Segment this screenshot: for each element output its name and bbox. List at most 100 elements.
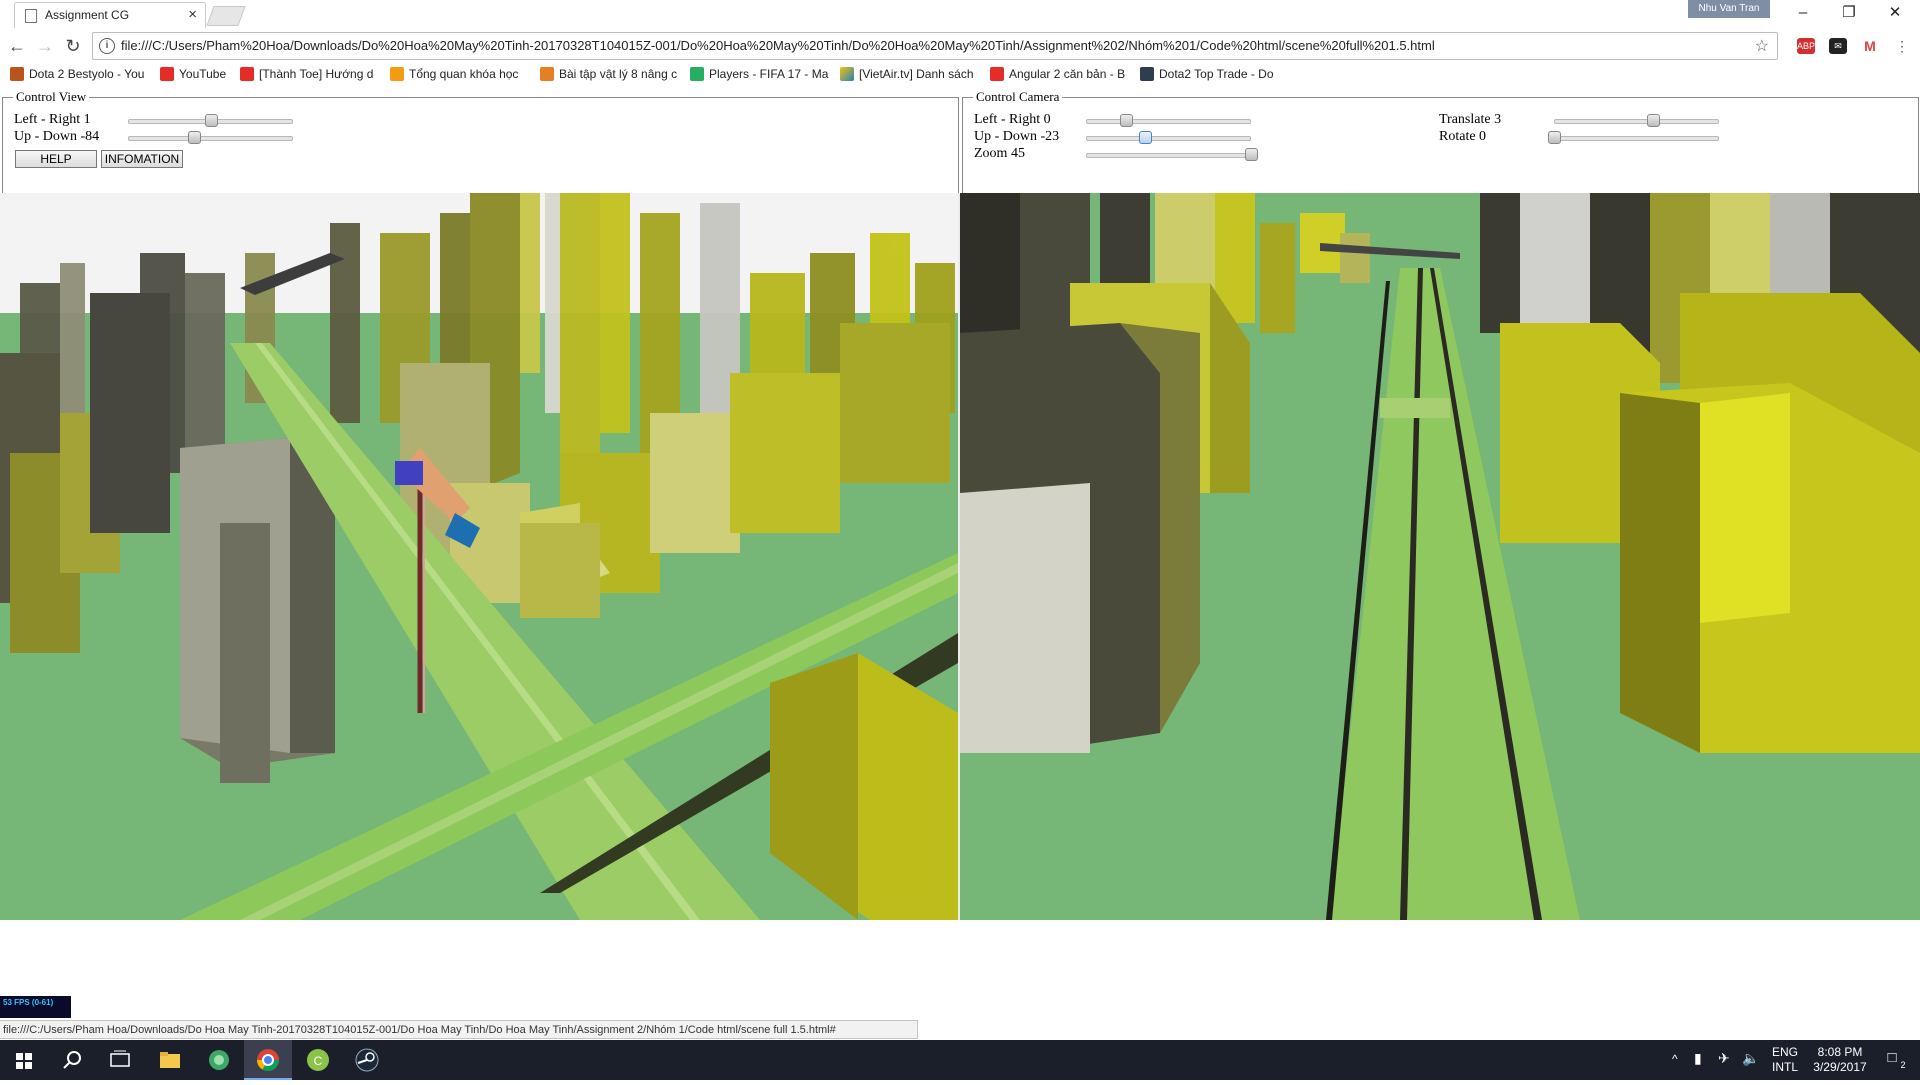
123-icon bbox=[540, 67, 554, 81]
clock-time: 8:08 PM bbox=[1817, 1045, 1863, 1059]
camera-zoom-label: Zoom 45 bbox=[974, 146, 1025, 161]
view-up-down-slider[interactable] bbox=[128, 130, 293, 146]
view-up-down-label: Up - Down -84 bbox=[14, 129, 100, 144]
fps-meter: 53 FPS (0-61) bbox=[0, 996, 71, 1018]
camera-zoom-slider[interactable] bbox=[1086, 147, 1258, 163]
help-button[interactable]: HELP bbox=[15, 150, 97, 168]
input-language-indicator[interactable]: ENG INTL bbox=[1770, 1045, 1800, 1075]
slider-track bbox=[1086, 119, 1251, 124]
camera-rotate-slider[interactable] bbox=[1548, 130, 1719, 146]
slider-thumb[interactable] bbox=[1245, 148, 1258, 161]
city-scene-render bbox=[0, 193, 958, 920]
bookmark-star-icon[interactable]: ☆ bbox=[1755, 36, 1769, 56]
svg-text:C: C bbox=[314, 1054, 323, 1068]
slider-track bbox=[1554, 119, 1719, 124]
camera-translate-slider[interactable] bbox=[1554, 113, 1719, 129]
file-explorer-icon[interactable] bbox=[146, 1040, 194, 1080]
camera-up-down-slider[interactable] bbox=[1086, 130, 1251, 146]
gmail-icon[interactable]: M bbox=[1861, 38, 1879, 54]
layout-text: INTL bbox=[1771, 1060, 1798, 1074]
bookmark-item[interactable]: Angular 2 căn bản - B bbox=[990, 67, 1125, 83]
slider-thumb[interactable] bbox=[1119, 114, 1133, 127]
view-left-right-label: Left - Right 1 bbox=[14, 112, 91, 127]
forward-arrow-icon[interactable]: → bbox=[33, 34, 57, 58]
slider-track bbox=[128, 136, 293, 141]
slider-thumb[interactable] bbox=[1548, 131, 1561, 144]
control-camera-panel: Control Camera Left - Right 0 Up - Down … bbox=[962, 89, 1919, 194]
camera-left-right-slider[interactable] bbox=[1086, 113, 1251, 129]
close-window-icon[interactable]: ✕ bbox=[1872, 0, 1918, 28]
bookmark-item[interactable]: Dota2 Top Trade - Do bbox=[1140, 67, 1274, 83]
bookmark-item[interactable]: YouTube bbox=[160, 67, 226, 83]
bookmark-item[interactable]: [Thành Toe] Hướng d bbox=[240, 67, 373, 83]
slider-track bbox=[1554, 136, 1719, 141]
app-lime-icon[interactable]: C bbox=[294, 1040, 342, 1080]
battery-icon[interactable]: ▮ bbox=[1694, 1050, 1702, 1067]
language-text: ENG bbox=[1771, 1045, 1798, 1059]
information-button[interactable]: INFOMATION bbox=[101, 150, 183, 168]
address-url[interactable]: file:///C:/Users/Pham%20Hoa/Downloads/Do… bbox=[121, 38, 1435, 53]
youtube-icon bbox=[240, 67, 254, 81]
camera-rotate-label: Rotate 0 bbox=[1439, 129, 1487, 144]
minimize-icon[interactable]: – bbox=[1780, 0, 1826, 28]
show-hidden-icons-chevron-icon[interactable]: ^ bbox=[1672, 1052, 1678, 1066]
browser-tab[interactable]: Assignment CG × bbox=[14, 2, 206, 29]
notification-count-badge: 2 bbox=[1900, 1060, 1906, 1070]
search-icon[interactable] bbox=[48, 1040, 96, 1080]
fifa-icon bbox=[690, 67, 704, 81]
status-bar-url: file:///C:/Users/Pham Hoa/Downloads/Do H… bbox=[0, 1020, 918, 1039]
chrome-icon[interactable] bbox=[244, 1040, 292, 1080]
youtube-icon bbox=[990, 67, 1004, 81]
scene-view-right[interactable] bbox=[960, 193, 1920, 920]
restore-icon[interactable]: ❐ bbox=[1826, 0, 1872, 28]
bookmark-item[interactable]: Bài tập vật lý 8 nâng c bbox=[540, 67, 677, 83]
slider-thumb[interactable] bbox=[1139, 131, 1153, 144]
address-bar[interactable]: i file:///C:/Users/Pham%20Hoa/Downloads/… bbox=[92, 32, 1778, 60]
user-profile-badge[interactable]: Nhu Van Tran bbox=[1688, 0, 1770, 18]
control-view-legend: Control View bbox=[13, 89, 90, 105]
dota-icon bbox=[1140, 67, 1154, 81]
view-left-right-slider[interactable] bbox=[128, 113, 293, 129]
new-tab-button[interactable] bbox=[206, 6, 246, 26]
close-tab-icon[interactable]: × bbox=[188, 6, 197, 23]
bookmark-item[interactable]: Dota 2 Bestyolo - You bbox=[10, 67, 144, 83]
page-icon bbox=[25, 9, 37, 23]
info-icon[interactable]: i bbox=[99, 38, 115, 54]
clock[interactable]: 8:08 PM 3/29/2017 bbox=[1805, 1045, 1875, 1075]
back-arrow-icon[interactable]: ← bbox=[5, 34, 29, 58]
bookmarks-bar: Dota 2 Bestyolo - You YouTube [Thành Toe… bbox=[0, 64, 1920, 86]
camera-left-right-label: Left - Right 0 bbox=[974, 112, 1051, 127]
slider-track bbox=[1086, 136, 1251, 141]
slider-thumb[interactable] bbox=[204, 114, 218, 127]
control-camera-legend: Control Camera bbox=[973, 89, 1063, 105]
steam-icon[interactable] bbox=[343, 1040, 391, 1080]
adblock-icon[interactable]: ABP bbox=[1797, 38, 1815, 54]
start-windows-icon[interactable] bbox=[0, 1040, 48, 1080]
scene-view-left[interactable] bbox=[0, 193, 958, 920]
slider-track bbox=[1086, 153, 1251, 158]
clock-date: 3/29/2017 bbox=[1813, 1060, 1867, 1074]
dota-icon bbox=[10, 67, 24, 81]
vietair-icon bbox=[840, 67, 854, 81]
windows-taskbar: C ^ ▮ ✈ 🔈 ENG INTL 8:08 PM 3/29/2017 □ 2 bbox=[0, 1040, 1920, 1080]
volume-icon[interactable]: 🔈 bbox=[1742, 1050, 1759, 1067]
youtube-icon bbox=[160, 67, 174, 81]
network-icon[interactable]: ✈ bbox=[1718, 1050, 1730, 1067]
slider-thumb[interactable] bbox=[1647, 114, 1660, 127]
menu-icon[interactable]: ⋮ bbox=[1893, 38, 1911, 54]
bookmark-item[interactable]: Players - FIFA 17 - Ma bbox=[690, 67, 828, 83]
title-bar: Assignment CG × Nhu Van Tran – ❐ ✕ bbox=[0, 0, 1920, 29]
control-view-panel: Control View Left - Right 1 Up - Down -8… bbox=[2, 89, 959, 194]
camera-scene-render bbox=[960, 193, 1920, 920]
camera-translate-label: Translate 3 bbox=[1439, 112, 1502, 127]
bookmark-item[interactable]: [VietAir.tv] Danh sách bbox=[840, 67, 974, 83]
udemy-icon bbox=[390, 67, 404, 81]
task-view-icon[interactable] bbox=[96, 1040, 144, 1080]
app-green-icon[interactable] bbox=[195, 1040, 243, 1080]
camera-up-down-label: Up - Down -23 bbox=[974, 129, 1060, 144]
reload-icon[interactable]: ↻ bbox=[61, 34, 85, 58]
tab-title: Assignment CG bbox=[45, 8, 130, 22]
mail-icon[interactable]: ✉ bbox=[1829, 38, 1847, 54]
slider-thumb[interactable] bbox=[188, 131, 201, 144]
bookmark-item[interactable]: Tổng quan khóa học bbox=[390, 67, 518, 83]
